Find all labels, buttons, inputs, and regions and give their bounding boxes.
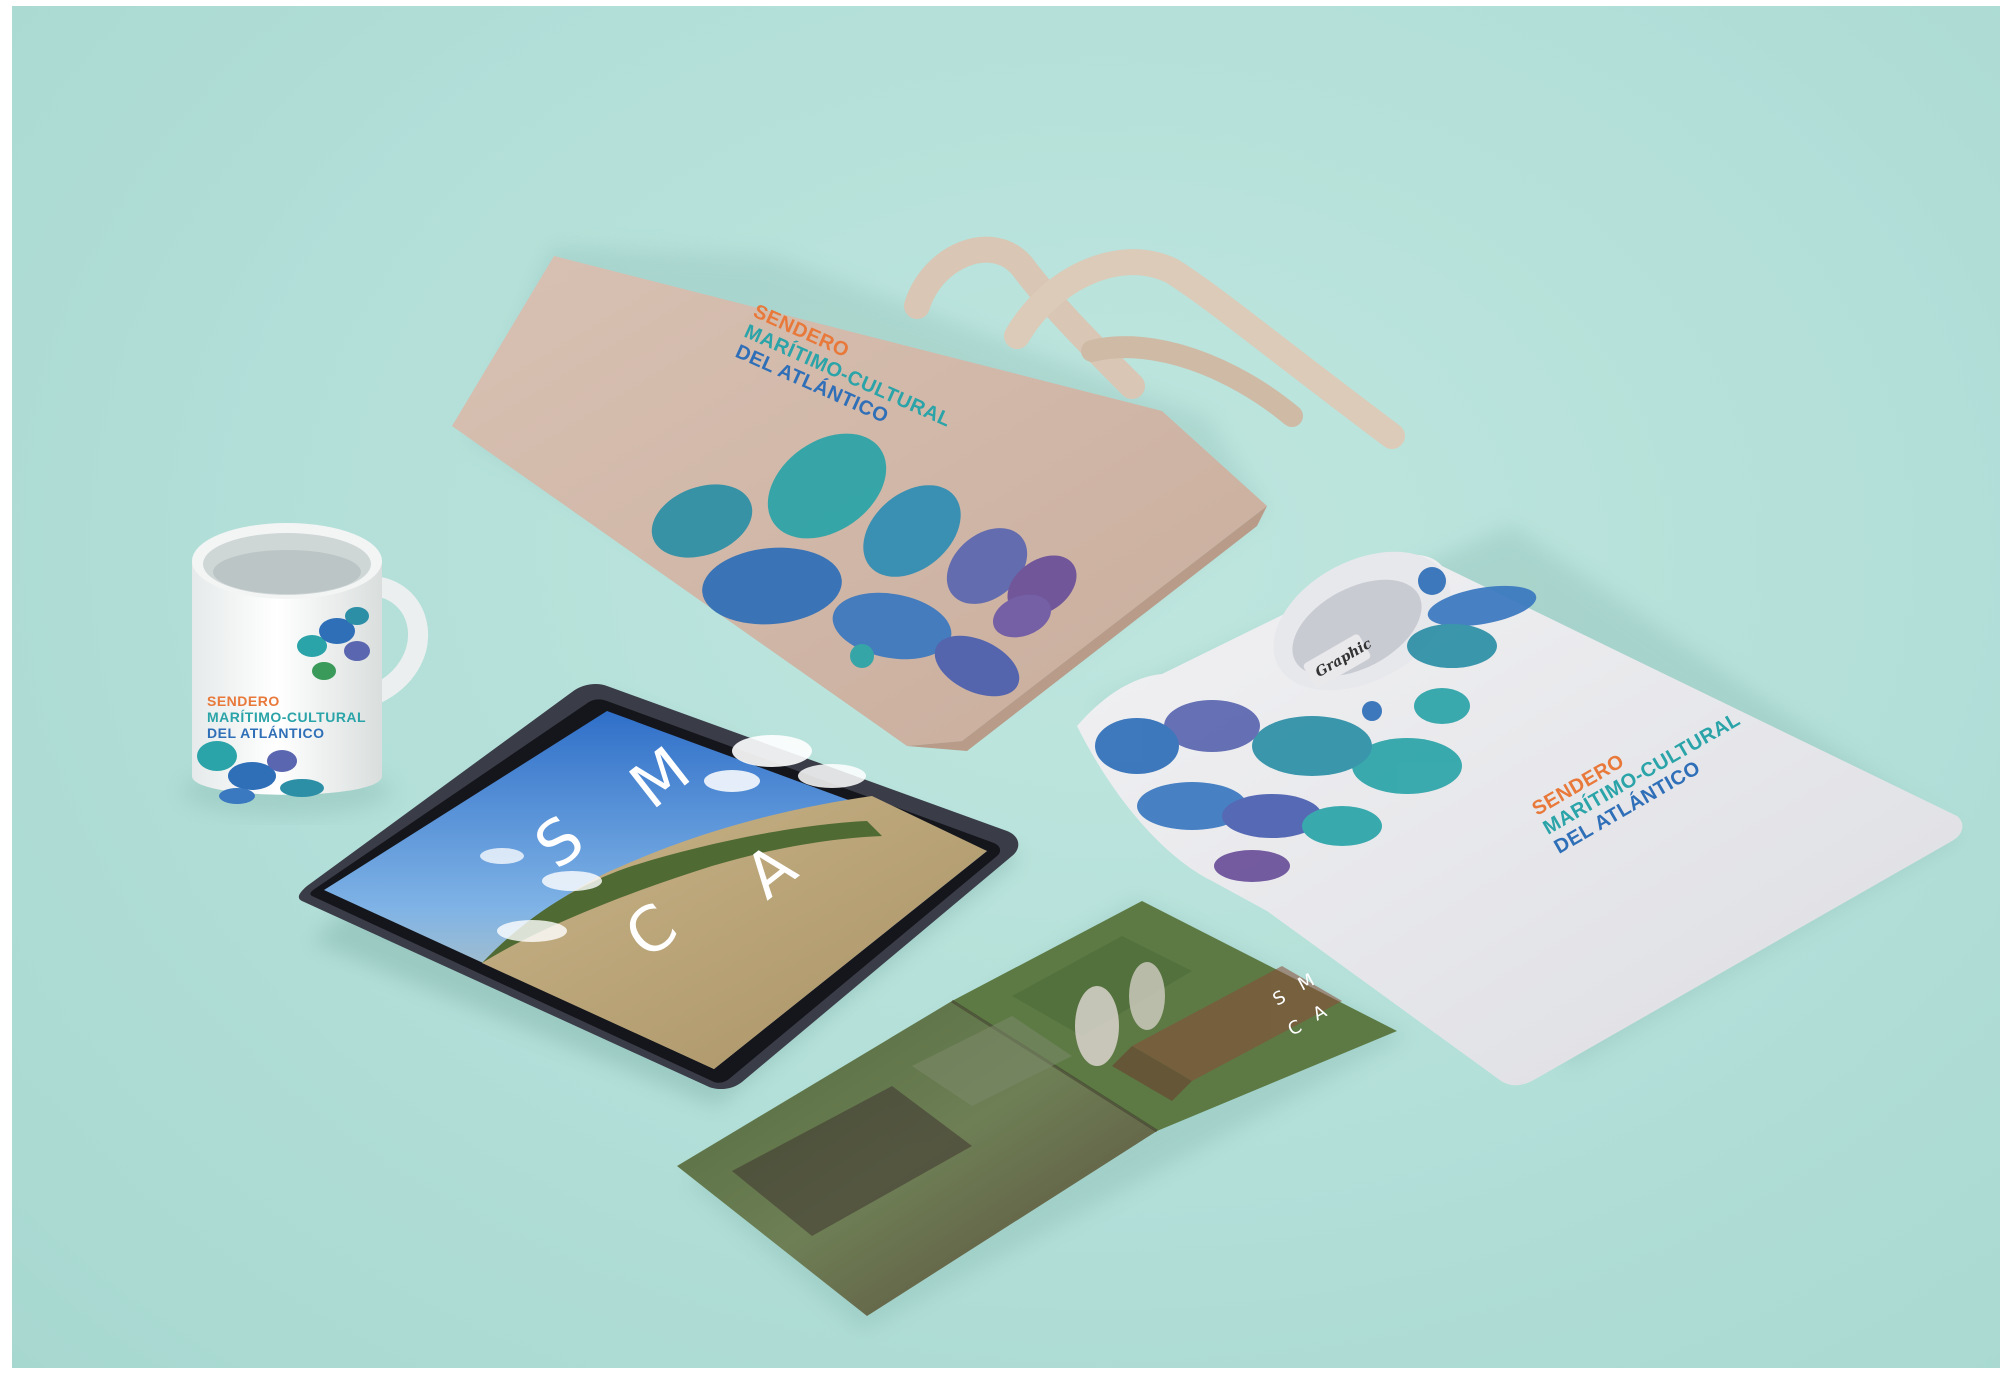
- tablet-screen: S M C A: [324, 711, 987, 1069]
- mockup-scene: SENDERO MARÍTIMO-CULTURAL DEL ATLÁNTICO: [12, 6, 2000, 1368]
- mug-brand-line1: SENDERO: [207, 693, 280, 709]
- mug-brand-line3: DEL ATLÁNTICO: [207, 725, 324, 741]
- mug-brand-line2: MARÍTIMO-CULTURAL: [207, 709, 366, 725]
- mug: SENDERO MARÍTIMO-CULTURAL DEL ATLÁNTICO: [182, 523, 428, 815]
- merchandise-mockup: SENDERO MARÍTIMO-CULTURAL DEL ATLÁNTICO: [182, 236, 1963, 1331]
